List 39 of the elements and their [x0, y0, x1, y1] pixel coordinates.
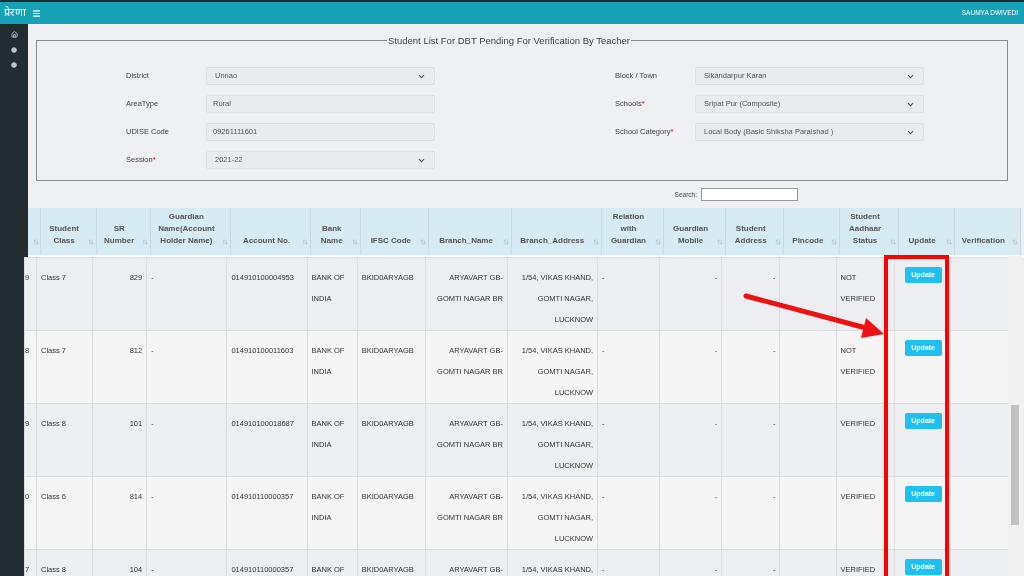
column-header[interactable]: Student Address: [728, 223, 774, 247]
sort-icon[interactable]: [420, 239, 427, 245]
sort-icon[interactable]: [32, 239, 39, 245]
sort-icon[interactable]: [141, 239, 148, 245]
column-header[interactable]: Branch_Name: [431, 235, 501, 247]
sort-icon[interactable]: [502, 239, 509, 245]
scrollbar[interactable]: [1008, 256, 1022, 576]
app-logo: प्रेरणा: [4, 4, 26, 21]
sort-icon[interactable]: [655, 239, 661, 245]
circle-icon[interactable]: [11, 62, 17, 68]
column-header[interactable]: Relation with Guardian: [603, 211, 653, 247]
sort-icon[interactable]: [831, 239, 838, 245]
column-header[interactable]: Bank Name: [313, 223, 351, 247]
sort-icon[interactable]: [352, 239, 359, 245]
column-header[interactable]: IFSC Code: [363, 235, 419, 247]
sort-icon[interactable]: [775, 239, 782, 245]
column-header[interactable]: Account No.: [232, 235, 301, 247]
column-header[interactable]: Guardian Mobile: [666, 223, 716, 247]
column-header[interactable]: Update: [900, 235, 944, 247]
sort-icon[interactable]: [889, 239, 896, 245]
sort-icon[interactable]: [302, 239, 309, 245]
sort-icon[interactable]: [945, 239, 952, 245]
column-header[interactable]: Branch_Address: [513, 235, 591, 247]
column-header[interactable]: Verification: [956, 235, 1010, 247]
column-header[interactable]: SR Number: [98, 223, 140, 247]
circle-icon[interactable]: [11, 47, 17, 53]
sort-icon[interactable]: [1012, 239, 1018, 245]
search-field[interactable]: [701, 188, 798, 201]
panel-title: Student List For DBT Pending For Verification By Teacher: [387, 34, 632, 47]
column-header[interactable]: Student Aadhaar Status: [842, 211, 888, 247]
column-header[interactable]: Student Class: [42, 223, 86, 247]
column-header[interactable]: Guardian Name(Account Holder Name): [152, 211, 220, 247]
sort-icon[interactable]: [87, 239, 94, 245]
sort-icon[interactable]: [221, 239, 228, 245]
menu-icon[interactable]: [32, 8, 41, 18]
column-header[interactable]: Pincode: [786, 235, 830, 247]
sort-icon[interactable]: [592, 239, 599, 245]
home-icon[interactable]: [10, 31, 18, 38]
sort-icon[interactable]: [717, 239, 724, 245]
